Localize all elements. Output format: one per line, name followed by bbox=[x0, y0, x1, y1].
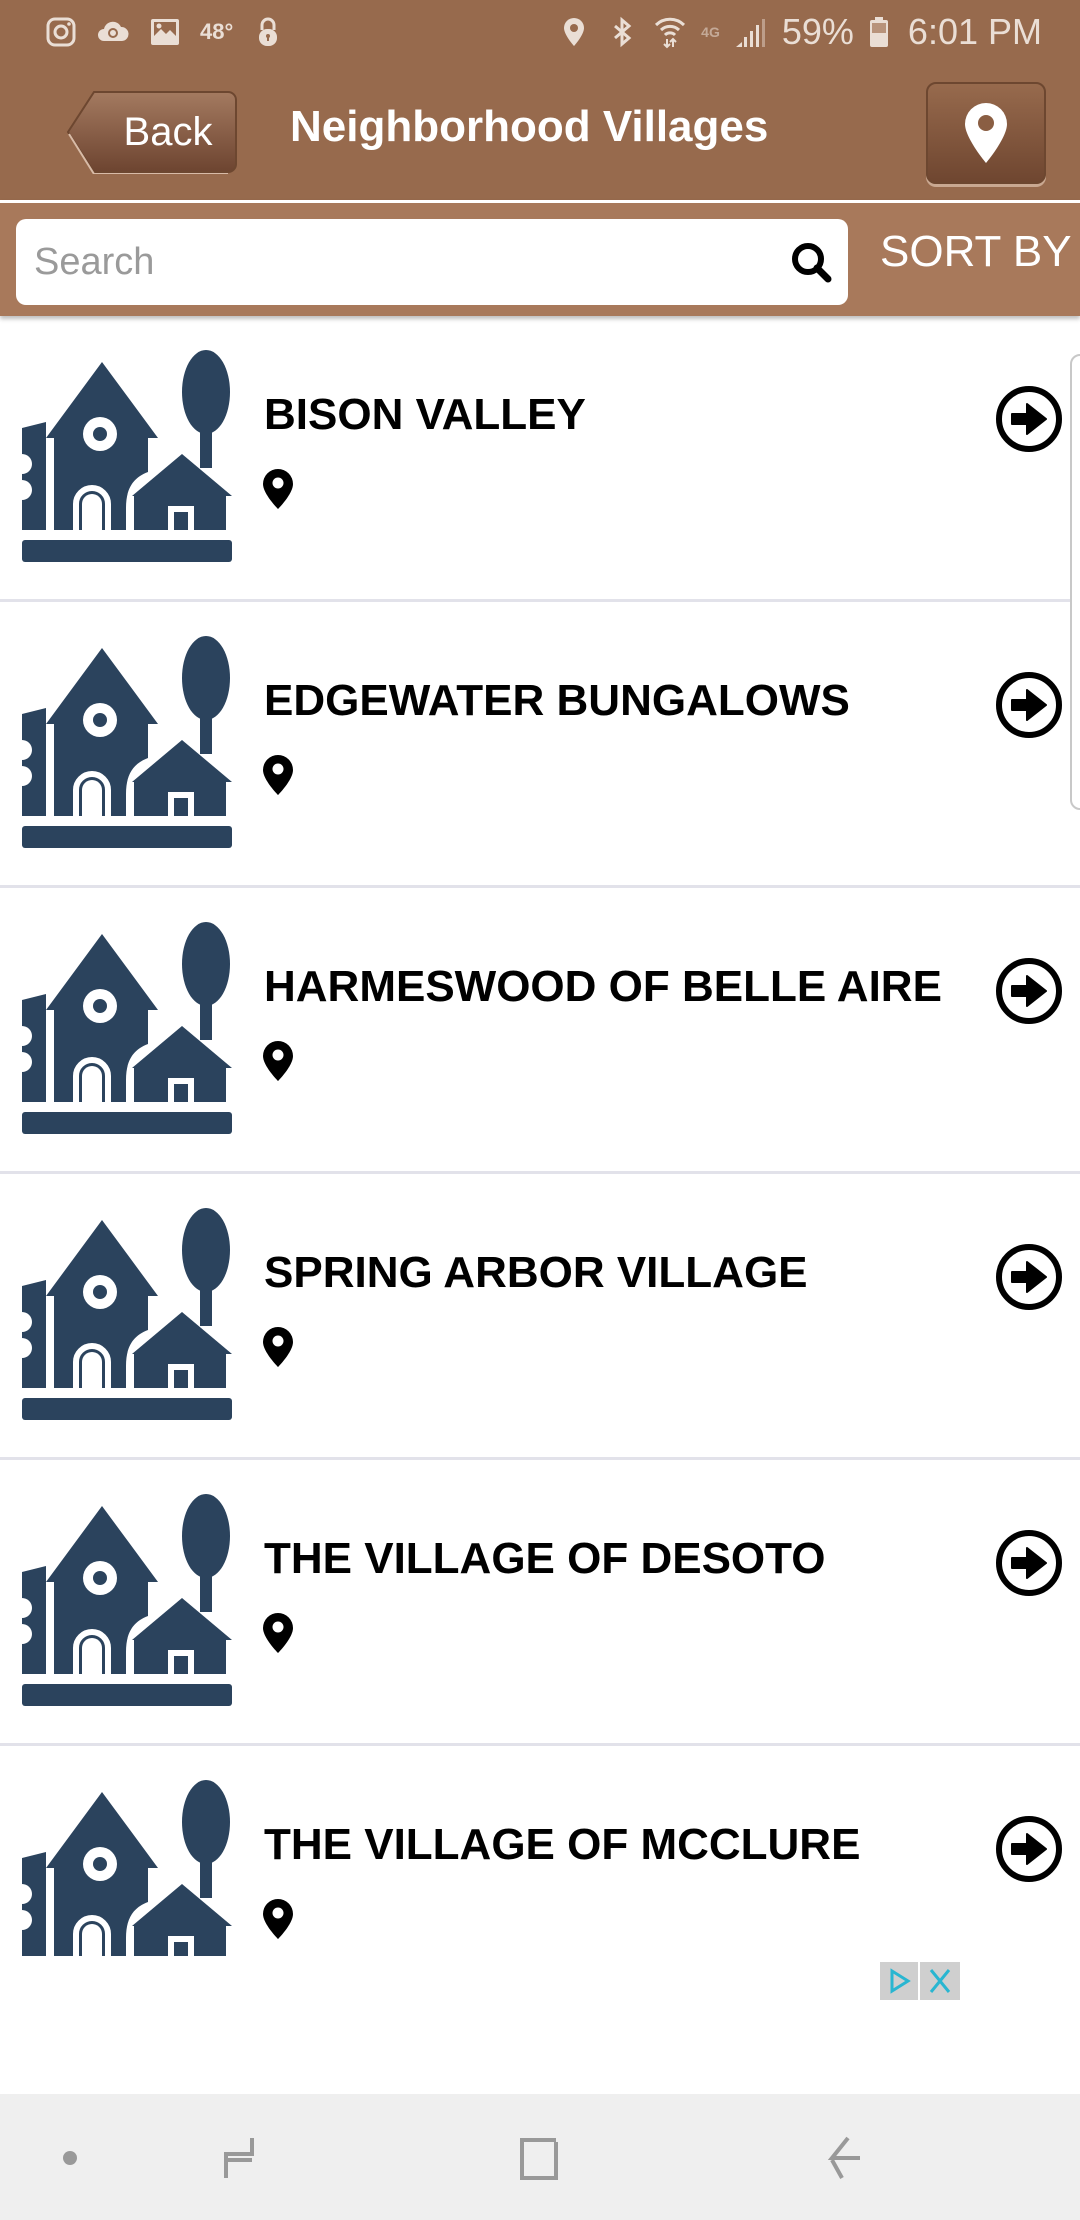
neighborhood-icon bbox=[22, 1780, 232, 1956]
battery-icon bbox=[868, 15, 890, 49]
bluetooth-icon bbox=[605, 15, 639, 49]
neighborhood-icon bbox=[22, 350, 232, 562]
network-type-text: 4G bbox=[701, 24, 720, 40]
search-icon[interactable] bbox=[788, 239, 834, 285]
village-name: EDGEWATER BUNGALOWS bbox=[264, 676, 850, 725]
location-pin-icon bbox=[263, 1327, 293, 1367]
search-bar: SORT BY bbox=[0, 200, 1080, 316]
adchoices-icon[interactable] bbox=[880, 1962, 918, 2000]
arrow-right-circle-icon[interactable] bbox=[994, 1242, 1064, 1312]
location-pin-icon bbox=[263, 1899, 293, 1939]
wifi-icon bbox=[653, 15, 687, 49]
map-view-button[interactable] bbox=[926, 82, 1046, 184]
neighborhood-icon bbox=[22, 1494, 232, 1706]
village-name: THE VILLAGE OF MCCLURE bbox=[264, 1820, 861, 1869]
back-button[interactable]: Back bbox=[66, 90, 238, 174]
village-name: SPRING ARBOR VILLAGE bbox=[264, 1248, 808, 1297]
clock-text: 6:01 PM bbox=[907, 11, 1042, 52]
instagram-icon bbox=[44, 15, 78, 49]
village-name: THE VILLAGE OF DESOTO bbox=[264, 1534, 826, 1583]
battery-percent-text: 59% bbox=[781, 11, 854, 52]
cloud-sync-icon bbox=[96, 15, 130, 49]
gallery-icon bbox=[148, 15, 182, 49]
recent-apps-icon[interactable] bbox=[208, 2130, 268, 2186]
system-nav-bar bbox=[0, 2094, 1080, 2220]
search-field bbox=[16, 219, 848, 305]
signal-icon bbox=[734, 15, 768, 49]
ad-banner[interactable] bbox=[0, 1956, 1080, 2094]
app-screen: 48° 4G 59% 6:01 PM Back Neighborhood Vil… bbox=[0, 0, 1080, 2220]
location-pin-icon bbox=[263, 755, 293, 795]
status-bar: 48° 4G 59% 6:01 PM bbox=[0, 0, 1080, 64]
back-nav-icon[interactable] bbox=[814, 2130, 874, 2186]
neighborhood-icon bbox=[22, 922, 232, 1134]
page-title: Neighborhood Villages bbox=[290, 102, 769, 151]
arrow-right-circle-icon[interactable] bbox=[994, 1814, 1064, 1884]
scrollbar[interactable] bbox=[1070, 354, 1080, 810]
lock-icon bbox=[251, 15, 285, 49]
location-pin-icon bbox=[263, 1041, 293, 1081]
village-list: BISON VALLEY EDGEWATER BUNGALOWS HARMESW… bbox=[0, 316, 1080, 1956]
location-pin-icon bbox=[263, 469, 293, 509]
nav-header: Back Neighborhood Villages bbox=[0, 64, 1080, 200]
village-list-item[interactable]: THE VILLAGE OF MCCLURE bbox=[0, 1746, 1080, 1956]
search-input[interactable] bbox=[34, 219, 774, 305]
village-name: HARMESWOOD OF BELLE AIRE bbox=[264, 962, 942, 1011]
village-list-item[interactable]: EDGEWATER BUNGALOWS bbox=[0, 602, 1080, 888]
ad-close-icon[interactable] bbox=[920, 1962, 960, 2000]
nav-dot-icon[interactable] bbox=[40, 2130, 100, 2186]
map-pin-icon bbox=[965, 103, 1007, 163]
neighborhood-icon bbox=[22, 636, 232, 848]
arrow-right-circle-icon[interactable] bbox=[994, 956, 1064, 1026]
village-list-item[interactable]: THE VILLAGE OF DESOTO bbox=[0, 1460, 1080, 1746]
village-list-item[interactable]: HARMESWOOD OF BELLE AIRE bbox=[0, 888, 1080, 1174]
location-pin-icon bbox=[263, 1613, 293, 1653]
location-icon bbox=[557, 15, 591, 49]
temperature-text: 48° bbox=[200, 19, 234, 44]
arrow-right-circle-icon[interactable] bbox=[994, 670, 1064, 740]
home-icon[interactable] bbox=[510, 2130, 570, 2186]
sort-by-button[interactable]: SORT BY bbox=[880, 227, 1072, 277]
village-list-item[interactable]: SPRING ARBOR VILLAGE bbox=[0, 1174, 1080, 1460]
arrow-right-circle-icon[interactable] bbox=[994, 384, 1064, 454]
village-name: BISON VALLEY bbox=[264, 390, 586, 439]
back-label: Back bbox=[123, 110, 213, 154]
neighborhood-icon bbox=[22, 1208, 232, 1420]
village-list-item[interactable]: BISON VALLEY bbox=[0, 316, 1080, 602]
arrow-right-circle-icon[interactable] bbox=[994, 1528, 1064, 1598]
